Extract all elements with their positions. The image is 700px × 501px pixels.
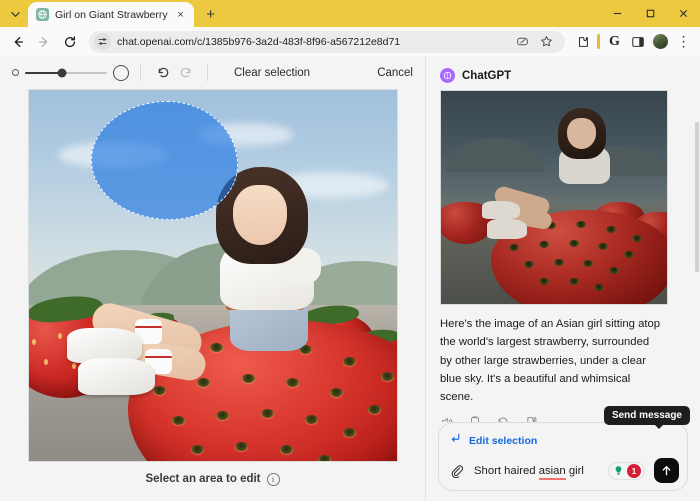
- bookmark-star-icon[interactable]: [536, 31, 557, 52]
- editor-toolbar: Clear selection Cancel: [0, 56, 425, 89]
- slider-thumb[interactable]: [57, 68, 67, 77]
- edit-selection-row[interactable]: Edit selection: [449, 432, 679, 450]
- tune-icon[interactable]: [94, 33, 111, 50]
- more-menu-icon[interactable]: ⋮: [673, 31, 694, 52]
- small-brush-icon: [12, 69, 19, 76]
- assistant-message: Here's the image of an Asian girl sittin…: [440, 318, 661, 404]
- edit-selection-label[interactable]: Edit selection: [469, 435, 537, 447]
- composer-area: Send message Edit selection Short haired…: [426, 406, 700, 501]
- google-icon[interactable]: G: [604, 31, 625, 52]
- brush-size-slider[interactable]: [12, 64, 129, 81]
- toolbar-divider: [597, 34, 600, 49]
- assistant-name: ChatGPT: [462, 69, 512, 82]
- send-tooltip: Send message: [603, 406, 690, 429]
- browser-window: Girl on Giant Strawberry × + chat.openai…: [0, 0, 700, 501]
- address-bar[interactable]: chat.openai.com/c/1385b976-3a2d-483f-8f9…: [89, 30, 565, 53]
- generated-image[interactable]: [440, 90, 668, 305]
- reload-icon[interactable]: [58, 30, 82, 54]
- info-icon[interactable]: i: [266, 472, 280, 486]
- divider: [140, 64, 141, 81]
- assistant-header: ChatGPT: [440, 68, 686, 83]
- slider-fill: [25, 71, 62, 74]
- large-brush-icon: [113, 64, 129, 81]
- profile-avatar[interactable]: [650, 31, 671, 52]
- sock-stripe: [145, 355, 173, 359]
- tab-search-button[interactable]: [4, 3, 26, 25]
- url-text: chat.openai.com/c/1385b976-3a2d-483f-8f9…: [117, 35, 401, 48]
- input-text-after: girl: [565, 464, 584, 477]
- suggestion-pill[interactable]: 1: [608, 461, 645, 480]
- forward-arrow-icon: [32, 30, 56, 54]
- return-arrow-icon: [449, 432, 462, 450]
- clear-selection-button[interactable]: Clear selection: [234, 67, 310, 79]
- browser-tab[interactable]: Girl on Giant Strawberry ×: [28, 2, 194, 27]
- page-content: Clear selection Cancel Select an area to…: [0, 56, 700, 501]
- redo-icon: [174, 62, 196, 84]
- selection-mask[interactable]: [91, 101, 239, 220]
- divider: [207, 64, 208, 81]
- tab-close-icon[interactable]: ×: [174, 8, 188, 22]
- chatgpt-avatar-icon: [440, 68, 455, 83]
- caption-text: Select an area to edit: [145, 473, 261, 485]
- input-text-before: Short haired: [474, 464, 539, 477]
- message-composer[interactable]: Edit selection Short haired asian girl 1: [438, 422, 688, 491]
- lightbulb-icon: [611, 464, 625, 478]
- globe-icon: [36, 8, 49, 21]
- message-input[interactable]: Short haired asian girl: [474, 464, 599, 480]
- slider-track[interactable]: [25, 68, 107, 77]
- sneaker: [481, 200, 520, 220]
- misspelled-word: asian: [538, 464, 566, 480]
- share-icon[interactable]: [512, 31, 533, 52]
- browser-toolbar: chat.openai.com/c/1385b976-3a2d-483f-8f9…: [0, 27, 700, 56]
- maximize-button[interactable]: [634, 0, 667, 27]
- omnibox-actions: [512, 31, 557, 52]
- minimize-button[interactable]: [601, 0, 634, 27]
- tab-title: Girl on Giant Strawberry: [55, 8, 168, 21]
- face: [566, 117, 596, 149]
- undo-icon[interactable]: [152, 62, 174, 84]
- extensions-icon[interactable]: [572, 31, 593, 52]
- canvas-area: Select an area to edit i: [0, 89, 425, 501]
- paperclip-icon[interactable]: [449, 463, 465, 479]
- image-scene: [28, 90, 397, 461]
- new-tab-button[interactable]: +: [200, 3, 222, 25]
- suggestion-count-badge: 1: [627, 463, 641, 478]
- image-editor-pane: Clear selection Cancel Select an area to…: [0, 56, 425, 501]
- tab-strip: Girl on Giant Strawberry × +: [0, 0, 700, 27]
- sneaker: [77, 357, 156, 395]
- sock-stripe: [135, 325, 163, 329]
- back-arrow-icon[interactable]: [6, 30, 30, 54]
- window-controls: [601, 0, 700, 27]
- composer-row: Short haired asian girl 1: [449, 458, 679, 483]
- close-window-button[interactable]: [667, 0, 700, 27]
- chat-pane: ChatGPT Here's the image of an Asian gir…: [425, 56, 700, 501]
- editor-caption: Select an area to edit i: [145, 462, 280, 496]
- chat-scrollbar[interactable]: [695, 122, 699, 272]
- send-button[interactable]: [654, 458, 679, 483]
- side-panel-icon[interactable]: [627, 31, 648, 52]
- cancel-button[interactable]: Cancel: [377, 67, 413, 79]
- sneaker: [487, 219, 527, 239]
- avatar: [653, 34, 668, 49]
- chat-messages: ChatGPT Here's the image of an Asian gir…: [426, 56, 700, 422]
- editable-image-canvas[interactable]: [27, 89, 398, 462]
- girl-subject: [481, 108, 626, 249]
